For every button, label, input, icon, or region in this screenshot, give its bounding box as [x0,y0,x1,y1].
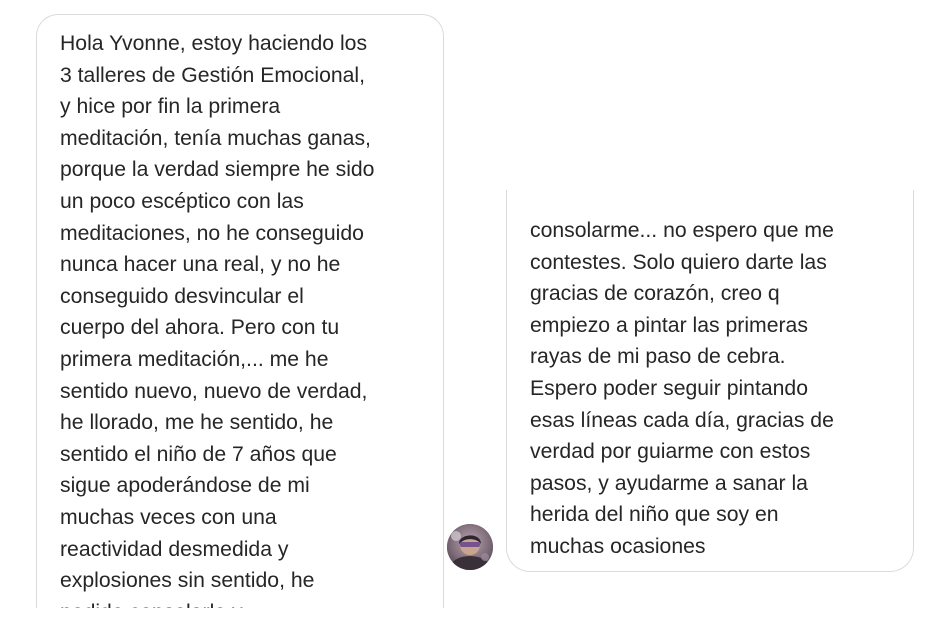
message-right-clip: consolarme... no espero que me contestes… [0,218,943,642]
message-line: y hice por fin la primera [60,95,281,119]
message-line: herida del niño que soy en [530,503,779,527]
sender-avatar-icon[interactable] [447,524,493,570]
message-line: gracias de corazón, creo q [530,282,780,306]
message-line: verdad por guiarme con estos [530,440,811,464]
message-line: contestes. Solo quiero darte las [530,250,827,274]
message-text-right: consolarme... no espero que me contestes… [530,218,834,563]
message-line: Hola Yvonne, estoy haciendo los [60,32,368,55]
message-line: 3 talleres de Gestión Emocional, [60,63,366,87]
message-line: porque la verdad siempre he sido [60,158,375,182]
message-line: rayas de mi paso de cebra. [530,345,786,369]
avatar-photo-icon [447,524,493,570]
message-line: Espero poder seguir pintando [530,376,808,400]
message-line: empiezo a pintar las primeras [530,313,808,337]
message-line: esas líneas cada día, gracias de [530,408,834,432]
message-line: meditación, tenía muchas ganas, [60,126,371,150]
message-line: consolarme... no espero que me [530,219,834,242]
message-line: un poco escéptico con las [60,189,304,213]
message-line: pasos, y ayudarme a sanar la [530,471,808,495]
message-line: muchas ocasiones [530,534,706,558]
